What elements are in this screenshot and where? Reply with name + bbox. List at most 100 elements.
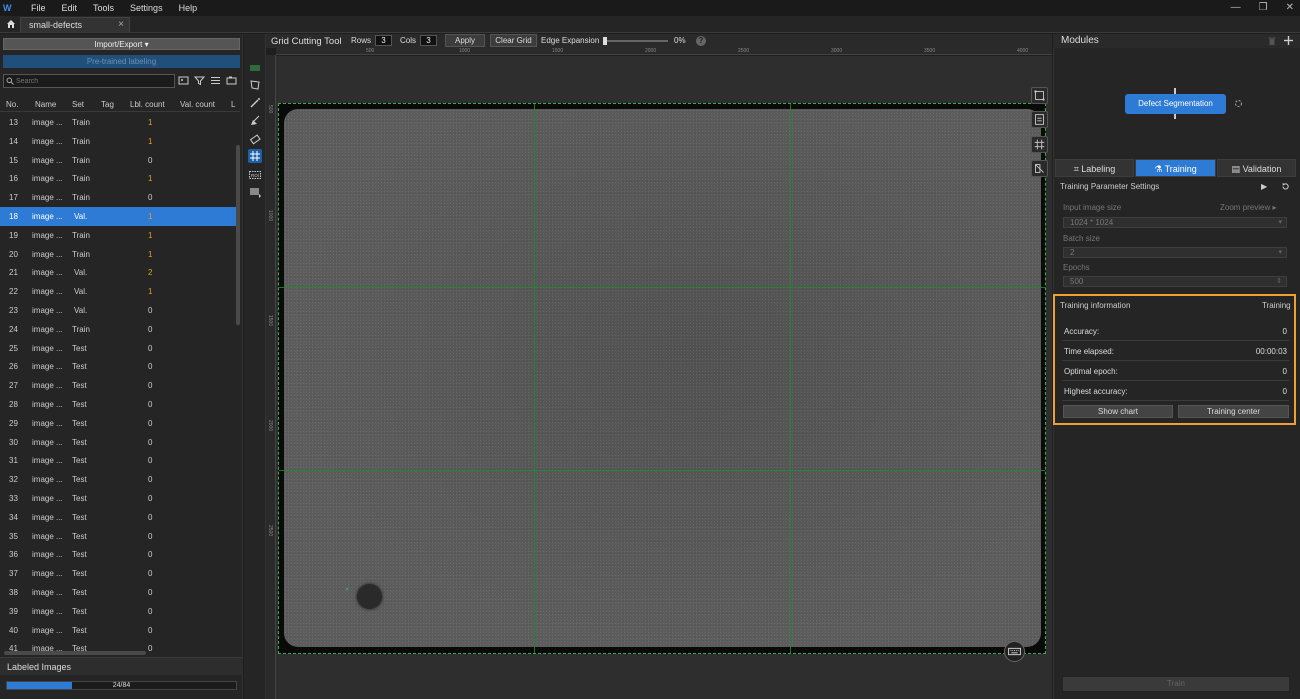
defect-segmentation-module[interactable]: Defect Segmentation: [1125, 94, 1226, 114]
help-icon[interactable]: ?: [696, 36, 706, 46]
stepper-icon[interactable]: ⇕: [1276, 277, 1282, 287]
apply-button[interactable]: Apply: [445, 34, 485, 47]
search-input[interactable]: [16, 75, 172, 87]
table-row[interactable]: 24 image ... Train 0: [0, 320, 236, 339]
column-tag[interactable]: Tag: [101, 100, 114, 109]
train-button[interactable]: Train: [1063, 677, 1289, 691]
fit-view-icon[interactable]: [1031, 87, 1048, 104]
mask-visibility-icon[interactable]: [1031, 160, 1048, 177]
table-row[interactable]: 23 image ... Val. 0: [0, 301, 236, 320]
edge-expansion-slider[interactable]: [603, 37, 668, 45]
list-view-icon[interactable]: [210, 75, 221, 86]
menu-settings[interactable]: Settings: [122, 3, 171, 13]
table-row[interactable]: 13 image ... Train 1: [0, 113, 236, 132]
column-set[interactable]: Set: [72, 100, 84, 109]
column-val-count[interactable]: Val. count: [180, 100, 215, 109]
menu-file[interactable]: File: [23, 3, 54, 13]
mask-tool-icon[interactable]: [248, 185, 262, 199]
table-row[interactable]: 28 image ... Test 0: [0, 395, 236, 414]
home-icon[interactable]: [6, 19, 16, 29]
clear-grid-button[interactable]: Clear Grid: [490, 34, 537, 47]
table-row[interactable]: 32 image ... Test 0: [0, 470, 236, 489]
tab-training[interactable]: ⚗ Training: [1135, 159, 1216, 177]
tab-small-defects[interactable]: small-defects ×: [20, 17, 130, 32]
table-row[interactable]: 33 image ... Test 0: [0, 489, 236, 508]
menu-tools[interactable]: Tools: [85, 3, 122, 13]
slider-knob[interactable]: [603, 37, 607, 45]
filter-icon[interactable]: [194, 75, 205, 86]
table-vertical-scrollbar[interactable]: [236, 145, 240, 325]
show-chart-button[interactable]: Show chart: [1063, 405, 1173, 418]
table-row[interactable]: 26 image ... Test 0: [0, 357, 236, 376]
table-row[interactable]: 27 image ... Test 0: [0, 376, 236, 395]
batch-size-select[interactable]: 2 ▾: [1063, 247, 1287, 258]
keyboard-icon[interactable]: [1004, 641, 1025, 662]
epochs-input[interactable]: 500 ⇕: [1063, 276, 1287, 287]
table-horizontal-scrollbar[interactable]: [4, 651, 146, 655]
zoom-preview-link[interactable]: Zoom preview ▸: [1220, 203, 1276, 212]
table-row[interactable]: 29 image ... Test 0: [0, 414, 236, 433]
table-row[interactable]: 39 image ... Test 0: [0, 602, 236, 621]
tab-validation[interactable]: ▤ Validation: [1217, 159, 1296, 177]
training-center-button[interactable]: Training center: [1178, 405, 1289, 418]
table-row[interactable]: 17 image ... Train 0: [0, 188, 236, 207]
table-row[interactable]: 36 image ... Test 0: [0, 545, 236, 564]
expand-arrow-icon[interactable]: ▶: [1261, 182, 1267, 191]
delete-icon[interactable]: [1267, 36, 1277, 46]
table-row[interactable]: 19 image ... Train 1: [0, 226, 236, 245]
cols-input[interactable]: 3: [420, 35, 437, 46]
table-row[interactable]: 20 image ... Train 1: [0, 245, 236, 264]
tab-labeling[interactable]: ⌗ Labeling: [1055, 159, 1134, 177]
restore-icon[interactable]: ❐: [1259, 2, 1268, 13]
labeled-progress-bar: 24/84: [6, 681, 237, 690]
column-lbl-count[interactable]: Lbl. count: [130, 100, 165, 109]
ruler-tick-label: 1500: [267, 315, 273, 327]
table-row[interactable]: 25 image ... Test 0: [0, 339, 236, 358]
table-row[interactable]: 18 image ... Val. 1: [0, 207, 236, 226]
close-tab-icon[interactable]: ×: [118, 19, 124, 30]
row-number: 22: [9, 287, 18, 297]
menu-help[interactable]: Help: [171, 3, 206, 13]
camera-icon[interactable]: [226, 75, 237, 86]
column-l[interactable]: L: [231, 100, 235, 109]
rows-input[interactable]: 3: [375, 35, 392, 46]
close-window-icon[interactable]: ✕: [1286, 2, 1294, 13]
pretrained-labeling-button[interactable]: Pre-trained labeling: [3, 55, 240, 68]
column-name[interactable]: Name: [35, 100, 56, 109]
column-no[interactable]: No.: [6, 100, 18, 109]
minimize-icon[interactable]: —: [1231, 2, 1241, 13]
input-size-select[interactable]: 1024 * 1024 ▾: [1063, 217, 1287, 228]
validation-tab-icon: ▤: [1231, 164, 1243, 174]
table-row[interactable]: 37 image ... Test 0: [0, 564, 236, 583]
brush-tool-icon[interactable]: [248, 114, 262, 128]
image-view-icon[interactable]: [178, 75, 189, 86]
polygon-tool-icon[interactable]: [248, 78, 262, 92]
table-row[interactable]: 40 image ... Test 0: [0, 621, 236, 640]
ok-tag-icon[interactable]: [248, 61, 262, 75]
menu-edit[interactable]: Edit: [54, 3, 86, 13]
magic-wand-icon[interactable]: [248, 96, 262, 110]
table-row[interactable]: 21 image ... Val. 2: [0, 263, 236, 282]
roi-tool-icon[interactable]: ROI: [248, 168, 262, 182]
table-row[interactable]: 16 image ... Train 1: [0, 169, 236, 188]
import-export-button[interactable]: Import/Export ▾: [3, 38, 240, 50]
add-icon[interactable]: [1283, 35, 1294, 46]
table-row[interactable]: 15 image ... Train 0: [0, 151, 236, 170]
show-labels-icon[interactable]: [1031, 111, 1048, 128]
eraser-icon[interactable]: [248, 132, 262, 146]
table-row[interactable]: 22 image ... Val. 1: [0, 282, 236, 301]
table-row[interactable]: 31 image ... Test 0: [0, 451, 236, 470]
reset-icon[interactable]: [1281, 182, 1290, 191]
table-row[interactable]: 14 image ... Train 1: [0, 132, 236, 151]
epochs-label: Epochs: [1063, 263, 1090, 272]
table-row[interactable]: 41 image ... Test 0: [0, 639, 236, 658]
table-row[interactable]: 34 image ... Test 0: [0, 508, 236, 527]
grid-cut-icon[interactable]: [248, 149, 262, 163]
row-set: Test: [72, 625, 87, 635]
table-row[interactable]: 30 image ... Test 0: [0, 433, 236, 452]
grid-visibility-icon[interactable]: [1031, 136, 1048, 153]
table-row[interactable]: 35 image ... Test 0: [0, 527, 236, 546]
module-connector-bottom: [1174, 114, 1176, 119]
table-row[interactable]: 38 image ... Test 0: [0, 583, 236, 602]
row-number: 30: [9, 437, 18, 447]
